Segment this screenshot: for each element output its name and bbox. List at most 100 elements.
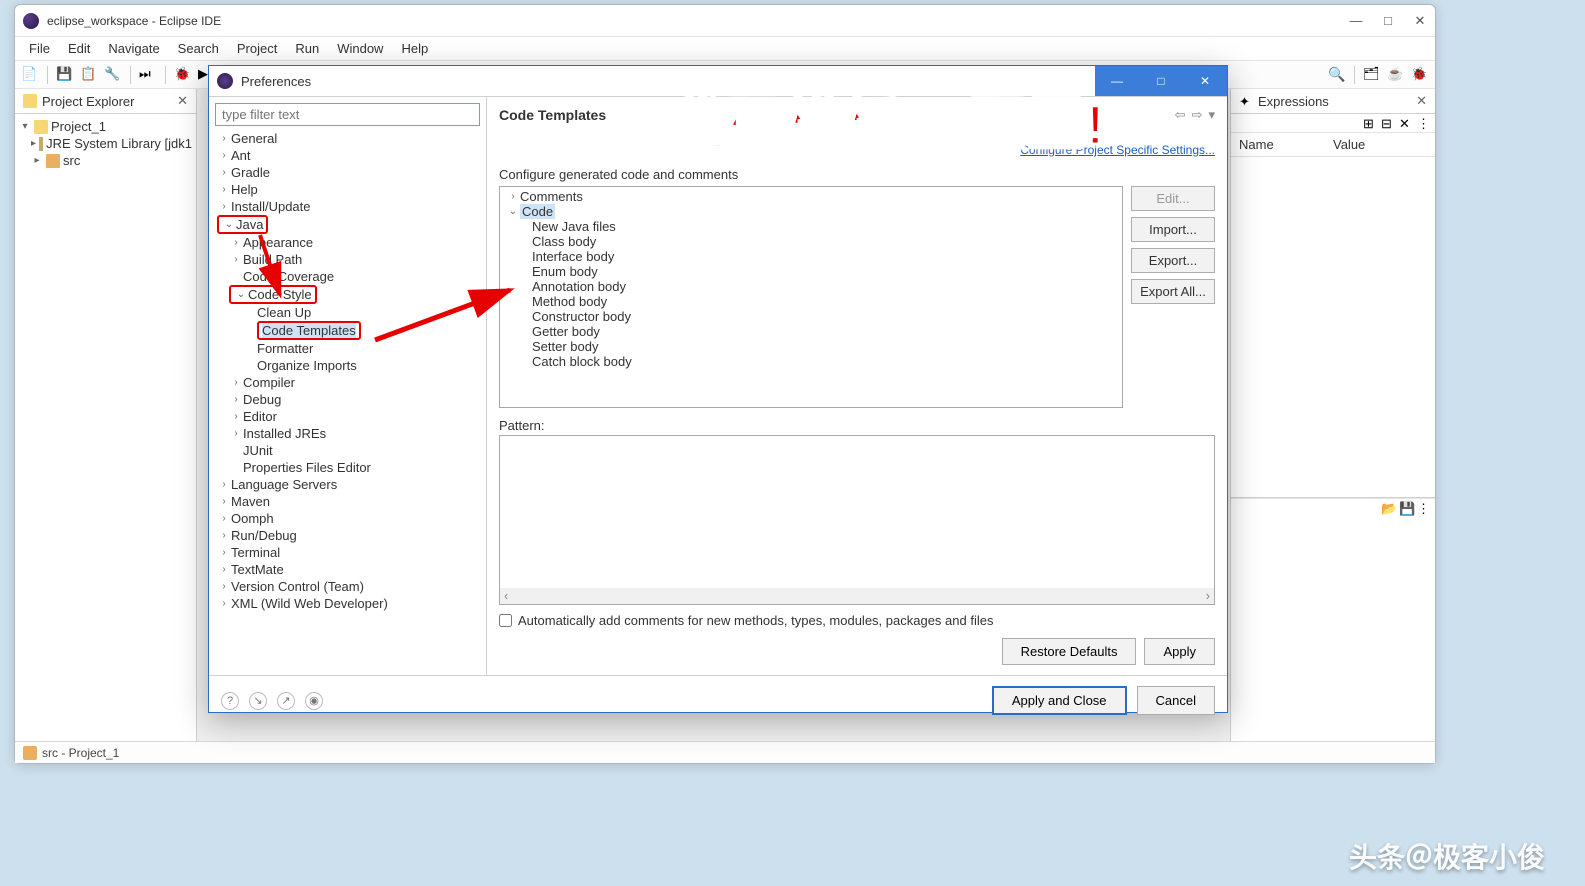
menu-project[interactable]: Project — [229, 39, 285, 58]
minimize-button[interactable]: — — [1349, 13, 1363, 29]
auto-comments-checkbox[interactable] — [499, 614, 512, 627]
edit-button[interactable]: Edit... — [1131, 186, 1215, 211]
dialog-maximize-button[interactable]: □ — [1139, 66, 1183, 96]
pref-version-control[interactable]: ›Version Control (Team) — [215, 578, 480, 595]
tt-catch-body[interactable]: Catch block body — [504, 354, 1118, 369]
tool-icon[interactable]: 💾 — [1399, 501, 1413, 515]
pattern-textarea[interactable]: ‹› — [499, 435, 1215, 605]
menu-navigate[interactable]: Navigate — [100, 39, 167, 58]
pref-textmate[interactable]: ›TextMate — [215, 561, 480, 578]
tt-interface-body[interactable]: Interface body — [504, 249, 1118, 264]
auto-comments-checkbox-row[interactable]: Automatically add comments for new metho… — [499, 613, 1215, 628]
help-icon[interactable]: ? — [221, 692, 239, 710]
template-tree[interactable]: ›Comments ⌄Code New Java files Class bod… — [499, 186, 1123, 408]
build-icon[interactable]: 🔧 — [104, 66, 122, 84]
pref-language-servers[interactable]: ›Language Servers — [215, 476, 480, 493]
tool-icon[interactable]: ⊞ — [1363, 116, 1377, 130]
pref-help[interactable]: ›Help — [215, 181, 480, 198]
expressions-tab[interactable]: ✦ Expressions ✕ — [1231, 89, 1435, 114]
pref-install-update[interactable]: ›Install/Update — [215, 198, 480, 215]
menu-run[interactable]: Run — [287, 39, 327, 58]
menu-edit[interactable]: Edit — [60, 39, 98, 58]
apply-and-close-button[interactable]: Apply and Close — [992, 686, 1127, 715]
pref-xml[interactable]: ›XML (Wild Web Developer) — [215, 595, 480, 612]
template-section: ›Comments ⌄Code New Java files Class bod… — [499, 186, 1215, 408]
tt-code[interactable]: ⌄Code — [504, 204, 1118, 219]
debug-icon[interactable]: 🐞 — [174, 66, 192, 84]
project-icon — [34, 120, 48, 134]
dialog-title: Preferences — [241, 74, 1095, 89]
tt-class-body[interactable]: Class body — [504, 234, 1118, 249]
import-prefs-icon[interactable]: ↘ — [249, 692, 267, 710]
search-icon[interactable]: 🔍 — [1328, 66, 1346, 84]
tool-icon[interactable]: ✕ — [1399, 116, 1413, 130]
tt-getter-body[interactable]: Getter body — [504, 324, 1118, 339]
pref-terminal[interactable]: ›Terminal — [215, 544, 480, 561]
restore-defaults-button[interactable]: Restore Defaults — [1002, 638, 1137, 665]
pref-general[interactable]: ›General — [215, 130, 480, 147]
expand-icon[interactable]: ▸ — [31, 155, 43, 166]
tt-constructor-body[interactable]: Constructor body — [504, 309, 1118, 324]
save-icon[interactable]: 💾 — [56, 66, 74, 84]
cancel-button[interactable]: Cancel — [1137, 686, 1215, 715]
menu-help[interactable]: Help — [393, 39, 436, 58]
debug-perspective-icon[interactable]: 🐞 — [1411, 66, 1429, 84]
export-button[interactable]: Export... — [1131, 248, 1215, 273]
pref-editor[interactable]: ›Editor — [215, 408, 480, 425]
expand-icon[interactable]: ▸ — [31, 138, 36, 149]
tt-enum-body[interactable]: Enum body — [504, 264, 1118, 279]
maximize-button[interactable]: □ — [1381, 13, 1395, 29]
pref-ant[interactable]: ›Ant — [215, 147, 480, 164]
menu-search[interactable]: Search — [170, 39, 227, 58]
preferences-tree-pane: ›General ›Ant ›Gradle ›Help ›Install/Upd… — [209, 97, 487, 675]
tree-row-src[interactable]: ▸ src — [15, 152, 196, 169]
export-prefs-icon[interactable]: ↗ — [277, 692, 295, 710]
tool-icon[interactable]: ⊟ — [1381, 116, 1395, 130]
pref-junit[interactable]: JUnit — [215, 442, 480, 459]
tt-annotation-body[interactable]: Annotation body — [504, 279, 1118, 294]
close-button[interactable]: ✕ — [1413, 13, 1427, 29]
save-all-icon[interactable]: 📋 — [80, 66, 98, 84]
horizontal-scrollbar[interactable]: ‹› — [500, 588, 1214, 604]
record-icon[interactable]: ◉ — [305, 692, 323, 710]
separator — [130, 66, 131, 84]
tt-setter-body[interactable]: Setter body — [504, 339, 1118, 354]
export-all-button[interactable]: Export All... — [1131, 279, 1215, 304]
tool-icon[interactable]: ⋮ — [1417, 501, 1431, 515]
tool-icon[interactable]: ⋮ — [1417, 116, 1431, 130]
filter-input[interactable] — [215, 103, 480, 126]
close-tab-icon[interactable]: ✕ — [1416, 93, 1427, 109]
pref-properties-editor[interactable]: Properties Files Editor — [215, 459, 480, 476]
menubar: File Edit Navigate Search Project Run Wi… — [15, 37, 1435, 61]
skip-icon[interactable]: ⏭ — [139, 66, 157, 84]
menu-window[interactable]: Window — [329, 39, 391, 58]
pref-compiler[interactable]: ›Compiler — [215, 374, 480, 391]
java-perspective-icon[interactable]: ☕ — [1387, 66, 1405, 84]
pref-oomph[interactable]: ›Oomph — [215, 510, 480, 527]
expand-icon[interactable]: ▾ — [19, 121, 31, 132]
preferences-tree: ›General ›Ant ›Gradle ›Help ›Install/Upd… — [215, 130, 480, 669]
apply-button[interactable]: Apply — [1144, 638, 1215, 665]
window-titlebar: eclipse_workspace - Eclipse IDE — □ ✕ — [15, 5, 1435, 37]
tree-row-project[interactable]: ▾ Project_1 — [15, 118, 196, 135]
tt-comments[interactable]: ›Comments — [504, 189, 1118, 204]
pref-installed-jres[interactable]: ›Installed JREs — [215, 425, 480, 442]
pref-gradle[interactable]: ›Gradle — [215, 164, 480, 181]
dialog-close-button[interactable]: ✕ — [1183, 66, 1227, 96]
menu-file[interactable]: File — [21, 39, 58, 58]
pref-run-debug[interactable]: ›Run/Debug — [215, 527, 480, 544]
import-button[interactable]: Import... — [1131, 217, 1215, 242]
project-explorer-tab[interactable]: Project Explorer ✕ — [15, 89, 196, 114]
tool-icon[interactable]: 📂 — [1381, 501, 1395, 515]
tree-row-jre[interactable]: ▸ JRE System Library [jdk1 — [15, 135, 196, 152]
pref-maven[interactable]: ›Maven — [215, 493, 480, 510]
menu-icon[interactable]: ▾ — [1208, 107, 1215, 123]
perspective-icon[interactable]: 🗂 — [1363, 66, 1381, 84]
pref-debug[interactable]: ›Debug — [215, 391, 480, 408]
forward-icon[interactable]: ⇨ — [1192, 107, 1203, 123]
tt-method-body[interactable]: Method body — [504, 294, 1118, 309]
back-icon[interactable]: ⇦ — [1175, 107, 1186, 123]
new-icon[interactable]: 📄 — [21, 66, 39, 84]
close-tab-icon[interactable]: ✕ — [177, 93, 188, 109]
tt-new-java[interactable]: New Java files — [504, 219, 1118, 234]
